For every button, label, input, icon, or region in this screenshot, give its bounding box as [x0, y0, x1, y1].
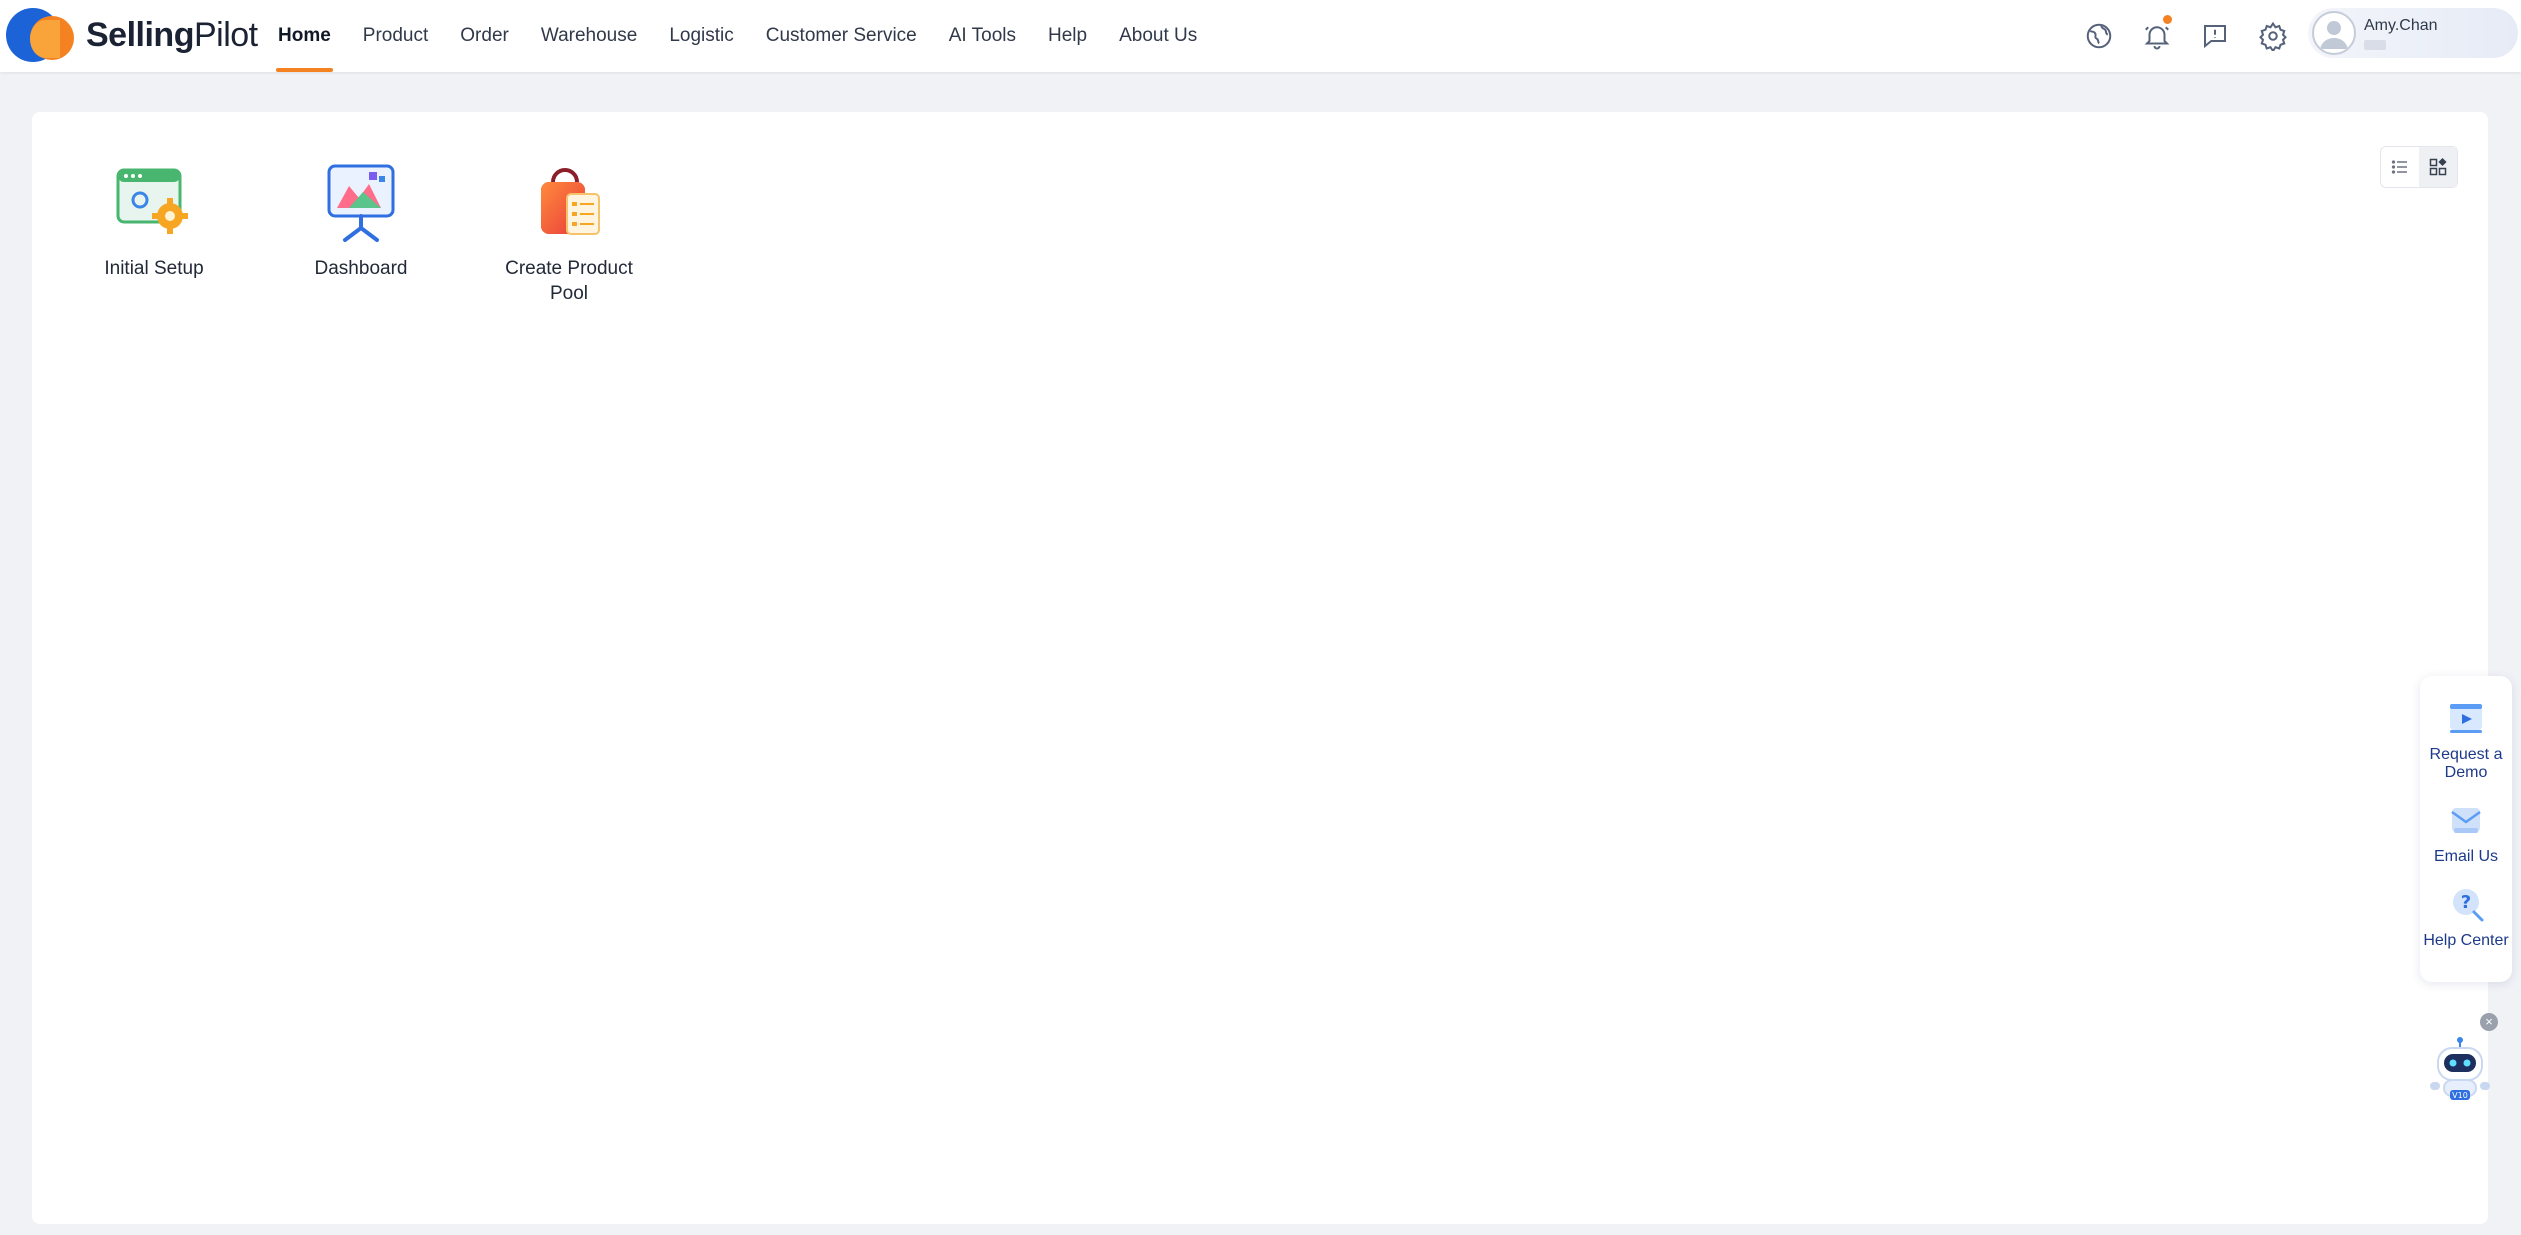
view-toggle	[2380, 146, 2458, 188]
notification-dot	[2163, 15, 2172, 24]
logo[interactable]: SellingPilot	[6, 6, 258, 64]
email-us-button[interactable]: Email Us	[2420, 798, 2512, 866]
logo-icon	[6, 6, 76, 64]
app-tile-label: Initial Setup	[104, 258, 204, 279]
app-tile-initial-setup[interactable]: Initial Setup	[69, 160, 239, 281]
nav-item-customer-service[interactable]: Customer Service	[750, 0, 933, 72]
top-navigation-bar: SellingPilot Home Product Order Warehous…	[0, 0, 2521, 72]
app-tile-dashboard[interactable]: Dashboard	[276, 160, 446, 281]
help-question-icon: ?	[2453, 889, 2484, 922]
help-item-label: Request a Demo	[2429, 746, 2503, 781]
toolbar-icons	[2070, 0, 2302, 72]
shopping-bag-list-icon	[527, 160, 611, 244]
help-item-label: Email Us	[2433, 848, 2498, 865]
help-center-button[interactable]: ? Help Center	[2420, 882, 2512, 950]
nav-item-ai-tools[interactable]: AI Tools	[933, 0, 1032, 72]
app-tile-create-product-pool[interactable]: Create Product Pool	[484, 160, 654, 306]
globe-icon[interactable]	[2070, 7, 2128, 65]
nav-item-order[interactable]: Order	[444, 0, 525, 72]
logo-text: SellingPilot	[86, 15, 258, 54]
video-demo-icon	[2450, 704, 2482, 733]
close-icon[interactable]: ×	[2480, 1013, 2498, 1031]
app-tile-label: Dashboard	[314, 258, 408, 279]
nav-item-product[interactable]: Product	[347, 0, 444, 72]
bell-icon[interactable]	[2128, 7, 2186, 65]
dashboard-presentation-icon	[319, 160, 403, 244]
nav-item-about-us[interactable]: About Us	[1103, 0, 1213, 72]
grid-view-icon[interactable]	[2419, 147, 2457, 187]
app-tile-label: Create Product Pool	[505, 258, 633, 304]
email-icon	[2451, 808, 2481, 833]
svg-text:?: ?	[2461, 892, 2471, 913]
help-panel: Request a Demo Email Us ? Help Center	[2420, 676, 2512, 982]
main-nav: Home Product Order Warehouse Logistic Cu…	[262, 0, 1213, 72]
nav-item-help[interactable]: Help	[1032, 0, 1103, 72]
setup-window-gear-icon	[112, 160, 196, 244]
user-subtitle-placeholder	[2364, 40, 2386, 50]
avatar	[2312, 11, 2356, 55]
request-demo-button[interactable]: Request a Demo	[2420, 696, 2512, 782]
feedback-icon[interactable]	[2186, 7, 2244, 65]
list-view-icon[interactable]	[2381, 147, 2419, 187]
gear-icon[interactable]	[2244, 7, 2302, 65]
user-name: Amy.Chan	[2364, 17, 2438, 34]
nav-item-warehouse[interactable]: Warehouse	[525, 0, 653, 72]
nav-item-logistic[interactable]: Logistic	[653, 0, 749, 72]
assistant-badge: V10	[2452, 1091, 2468, 1100]
user-menu[interactable]: Amy.Chan	[2308, 8, 2518, 58]
help-item-label: Help Center	[2423, 932, 2509, 949]
robot-assistant-icon[interactable]: V10	[2424, 1032, 2496, 1104]
nav-item-home[interactable]: Home	[262, 0, 347, 72]
